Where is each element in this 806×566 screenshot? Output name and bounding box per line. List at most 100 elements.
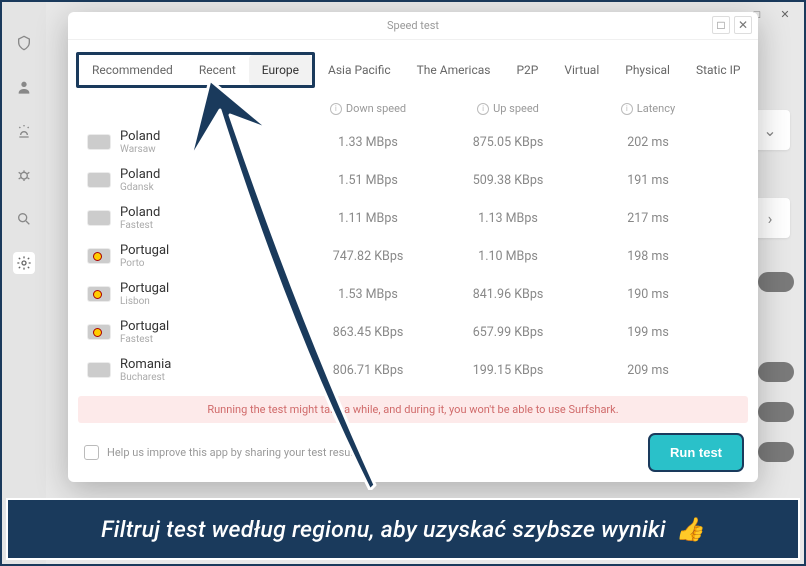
info-icon[interactable]: i [330, 103, 342, 115]
modal-titlebar: Speed test □ ✕ [68, 12, 758, 40]
app-sidebar [2, 2, 46, 564]
bug-icon[interactable] [13, 164, 35, 186]
server-row[interactable]: PortugalLisbon1.53 MBps841.96 KBps190 ms [76, 275, 750, 313]
latency-value: 217 ms [578, 211, 718, 226]
flag-icon [88, 211, 110, 225]
flag-icon [88, 287, 110, 301]
info-icon[interactable]: i [621, 103, 633, 115]
city-label: Fastest [120, 220, 298, 231]
city-label: Gdansk [120, 182, 298, 193]
server-location: RomaniaBucharest [120, 357, 298, 383]
header-latency: iLatency [578, 102, 718, 115]
flag-icon [88, 363, 110, 377]
city-label: Warsaw [120, 144, 298, 155]
city-label: Fastest [120, 334, 298, 345]
up-speed-value: 841.96 KBps [438, 287, 578, 302]
user-icon[interactable] [13, 76, 35, 98]
region-tabs: Recommended Recent Europe Asia Pacific T… [68, 40, 758, 98]
server-row[interactable]: PolandFastest1.11 MBps1.13 MBps217 ms [76, 199, 750, 237]
server-location: PolandGdansk [120, 167, 298, 193]
country-label: Romania [120, 357, 298, 372]
tab-americas[interactable]: The Americas [404, 55, 504, 85]
country-label: Poland [120, 129, 298, 144]
header-up-speed: iUp speed [438, 102, 578, 115]
modal-footer: Help us improve this app by sharing your… [68, 423, 758, 482]
city-label: Bucharest [120, 372, 298, 383]
up-speed-value: 875.05 KBps [438, 135, 578, 150]
server-location: PortugalPorto [120, 243, 298, 269]
flag-icon [88, 249, 110, 263]
server-location: PolandWarsaw [120, 129, 298, 155]
down-speed-value: 1.51 MBps [298, 173, 438, 188]
city-label: Lisbon [120, 296, 298, 307]
search-icon[interactable] [13, 208, 35, 230]
tab-recent[interactable]: Recent [186, 55, 249, 85]
country-label: Portugal [120, 243, 298, 258]
server-row[interactable]: PortugalPorto747.82 KBps1.10 MBps198 ms [76, 237, 750, 275]
caption-text: Filtruj test według regionu, aby uzyskać… [101, 516, 666, 543]
latency-value: 202 ms [578, 135, 718, 150]
tab-static-ip[interactable]: Static IP [683, 55, 754, 85]
flag-icon [88, 325, 110, 339]
modal-maximize-icon[interactable]: □ [712, 16, 730, 34]
help-us-label: Help us improve this app by sharing your… [107, 446, 362, 459]
tab-physical[interactable]: Physical [612, 55, 683, 85]
tab-recommended[interactable]: Recommended [79, 55, 186, 85]
up-speed-value: 657.99 KBps [438, 325, 578, 340]
down-speed-value: 747.82 KBps [298, 249, 438, 264]
server-location: PortugalLisbon [120, 281, 298, 307]
modal-title: Speed test [387, 19, 439, 32]
toggle[interactable] [758, 402, 794, 422]
warning-banner: Running the test might take a while, and… [78, 396, 748, 423]
country-label: Poland [120, 167, 298, 182]
latency-value: 199 ms [578, 325, 718, 340]
speed-test-modal: Speed test □ ✕ Recommended Recent Europe… [68, 12, 758, 482]
latency-value: 198 ms [578, 249, 718, 264]
server-row[interactable]: PortugalFastest863.45 KBps657.99 KBps199… [76, 313, 750, 351]
server-location: PortugalFastest [120, 319, 298, 345]
country-label: Portugal [120, 281, 298, 296]
down-speed-value: 863.45 KBps [298, 325, 438, 340]
down-speed-value: 1.53 MBps [298, 287, 438, 302]
tab-europe[interactable]: Europe [249, 55, 312, 85]
siren-icon[interactable] [13, 120, 35, 142]
toggle[interactable] [758, 362, 794, 382]
up-speed-value: 1.10 MBps [438, 249, 578, 264]
help-us-checkbox[interactable]: Help us improve this app by sharing your… [84, 445, 362, 460]
gear-icon[interactable] [13, 252, 35, 274]
toggle[interactable] [758, 442, 794, 462]
header-down-speed: iDown speed [298, 102, 438, 115]
server-list: PolandWarsaw1.33 MBps875.05 KBps202 msPo… [68, 123, 758, 394]
tab-asia-pacific[interactable]: Asia Pacific [315, 55, 404, 85]
tab-virtual[interactable]: Virtual [551, 55, 612, 85]
modal-close-icon[interactable]: ✕ [734, 16, 752, 34]
server-row[interactable]: PolandWarsaw1.33 MBps875.05 KBps202 ms [76, 123, 750, 161]
latency-value: 191 ms [578, 173, 718, 188]
down-speed-value: 1.33 MBps [298, 135, 438, 150]
flag-icon [88, 135, 110, 149]
shield-icon[interactable] [13, 32, 35, 54]
flag-icon [88, 173, 110, 187]
server-location: PolandFastest [120, 205, 298, 231]
country-label: Poland [120, 205, 298, 220]
server-row[interactable]: RomaniaBucharest806.71 KBps199.15 KBps20… [76, 351, 750, 389]
column-headers: iDown speed iUp speed iLatency [68, 98, 758, 123]
down-speed-value: 806.71 KBps [298, 363, 438, 378]
country-label: Portugal [120, 319, 298, 334]
city-label: Porto [120, 258, 298, 269]
caption-bar: Filtruj test według regionu, aby uzyskać… [6, 498, 800, 560]
down-speed-value: 1.11 MBps [298, 211, 438, 226]
checkbox-icon[interactable] [84, 445, 99, 460]
tab-p2p[interactable]: P2P [503, 55, 551, 85]
thumbs-up-icon: 👍 [676, 516, 705, 543]
latency-value: 209 ms [578, 363, 718, 378]
up-speed-value: 199.15 KBps [438, 363, 578, 378]
toggle[interactable] [758, 272, 794, 292]
server-row[interactable]: PolandGdansk1.51 MBps509.38 KBps191 ms [76, 161, 750, 199]
run-test-button[interactable]: Run test [650, 435, 742, 470]
info-icon[interactable]: i [477, 103, 489, 115]
up-speed-value: 509.38 KBps [438, 173, 578, 188]
up-speed-value: 1.13 MBps [438, 211, 578, 226]
tab-highlight-box: Recommended Recent Europe [76, 52, 315, 88]
latency-value: 190 ms [578, 287, 718, 302]
